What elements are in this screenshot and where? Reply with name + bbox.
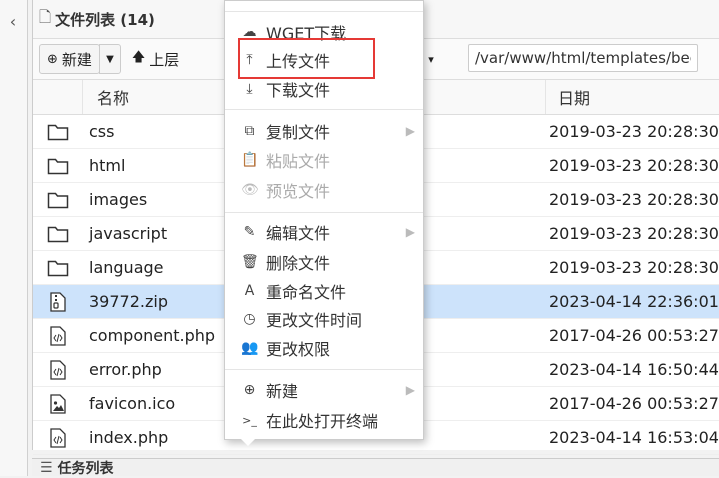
- menu-item[interactable]: A 重命名文件: [241, 278, 421, 304]
- file-date: 2023-04-14 16:53:04: [549, 428, 719, 447]
- menu-item-label: 新建: [266, 382, 299, 401]
- font-icon: A: [244, 283, 255, 299]
- menu-item[interactable]: 👁 预览文件: [241, 177, 421, 203]
- collapse-chevron-icon[interactable]: ‹: [0, 6, 26, 36]
- menu-item[interactable]: 📋 粘贴文件: [241, 147, 421, 173]
- folder-icon: [33, 123, 82, 141]
- icon-column-header: [33, 80, 83, 114]
- menu-item[interactable]: 👥 更改权限: [241, 335, 421, 361]
- menu-separator: [225, 109, 423, 110]
- submenu-arrow-icon: ▶: [405, 383, 415, 397]
- menu-item-label: 复制文件: [266, 123, 331, 142]
- copy-icon: ⧉: [244, 123, 255, 139]
- paste-icon: 📋: [241, 152, 259, 168]
- menu-item-label: 重命名文件: [266, 283, 347, 302]
- menu-item-label: 编辑文件: [266, 224, 331, 243]
- new-dropdown-caret[interactable]: ▼: [98, 44, 121, 74]
- file-date: 2017-04-26 00:53:27: [549, 326, 719, 345]
- menu-item-label: 下载文件: [266, 81, 331, 100]
- menu-item-label: 粘贴文件: [266, 152, 331, 171]
- file-icon: 🗋: [39, 7, 52, 26]
- menu-item[interactable]: ✎ 编辑文件 ▶: [241, 219, 421, 245]
- menu-separator: [225, 11, 423, 12]
- menu-separator: [225, 212, 423, 213]
- file-date: 2019-03-23 20:28:30: [549, 156, 719, 175]
- file-date: 2023-04-14 22:36:01: [549, 292, 719, 311]
- eye-icon: 👁: [241, 182, 259, 198]
- context-menu-pointer: [240, 438, 256, 446]
- folder-icon: [33, 191, 82, 209]
- up-level-button[interactable]: 🡅 上层: [125, 44, 186, 74]
- file-date: 2023-04-14 16:50:44: [549, 360, 719, 379]
- menu-item[interactable]: ⧉ 复制文件 ▶: [241, 118, 421, 144]
- menu-item[interactable]: ⤓ 下载文件: [241, 76, 421, 102]
- code-file-icon: [33, 427, 82, 448]
- folder-icon: [33, 225, 82, 243]
- new-button[interactable]: ⊕ 新建: [39, 44, 100, 74]
- download-icon: ⤓: [246, 81, 253, 97]
- task-list-bar[interactable]: ☰ 任务列表: [32, 458, 719, 477]
- file-date: 2017-04-26 00:53:27: [549, 394, 719, 413]
- folder-icon: [33, 157, 82, 175]
- menu-item-label: 更改权限: [266, 340, 331, 359]
- users-icon: 👥: [241, 340, 259, 356]
- menu-item[interactable]: ⊕ 新建 ▶: [241, 377, 421, 403]
- file-date: 2019-03-23 20:28:30: [549, 258, 719, 277]
- image-file-icon: [33, 393, 82, 414]
- terminal-icon: >_: [242, 413, 257, 427]
- menu-item[interactable]: ◷ 更改文件时间: [241, 306, 421, 332]
- submenu-arrow-icon: ▶: [405, 124, 415, 138]
- file-date: 2019-03-23 20:28:30: [549, 190, 719, 209]
- panel-title: 文件列表 (14): [55, 10, 155, 29]
- path-input[interactable]: [468, 44, 698, 72]
- code-file-icon: [33, 359, 82, 380]
- menu-separator: [225, 369, 423, 370]
- menu-item-label: 在此处打开终端: [266, 412, 379, 431]
- plus-circle-icon: ⊕: [243, 382, 256, 398]
- clock-icon: ◷: [243, 311, 256, 327]
- menu-item-label: 更改文件时间: [266, 311, 363, 330]
- folder-icon: [33, 259, 82, 277]
- plus-circle-icon: ⊕: [47, 51, 58, 67]
- menu-item-label: 预览文件: [266, 182, 331, 201]
- highlight-annotation-box: [238, 38, 375, 79]
- chevron-down-icon: ▾: [428, 52, 434, 66]
- menu-item[interactable]: 🗑 删除文件: [241, 249, 421, 275]
- file-date: 2019-03-23 20:28:30: [549, 224, 719, 243]
- code-file-icon: [33, 325, 82, 346]
- left-sidebar-strip: ‹: [0, 0, 28, 476]
- edit-icon: ✎: [243, 224, 256, 240]
- menu-item-label: 删除文件: [266, 254, 331, 273]
- date-column-header[interactable]: 日期: [546, 80, 719, 114]
- submenu-arrow-icon: ▶: [405, 225, 415, 239]
- file-date: 2019-03-23 20:28:30: [549, 122, 719, 141]
- list-icon: ☰: [40, 459, 53, 476]
- zip-file-icon: [33, 291, 82, 312]
- arrow-up-icon: 🡅: [131, 50, 146, 65]
- menu-item[interactable]: >_ 在此处打开终端: [241, 407, 421, 433]
- trash-icon: 🗑: [241, 254, 259, 270]
